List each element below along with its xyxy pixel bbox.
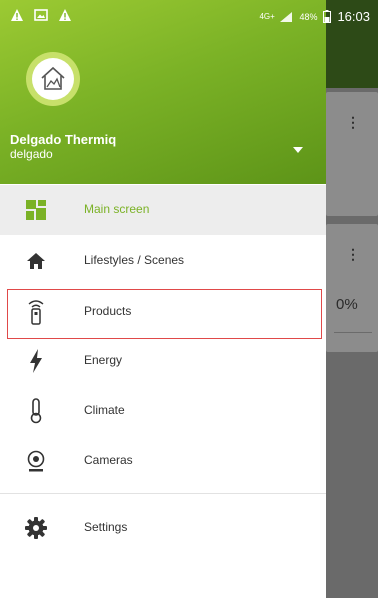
network-type: 4G+ <box>259 11 275 21</box>
divider <box>334 332 372 333</box>
clock: 16:03 <box>337 9 370 24</box>
more-options-icon[interactable]: ⋮ <box>346 246 360 263</box>
warning-icon <box>11 9 23 21</box>
battery-icon <box>323 10 332 23</box>
menu-item-label: Cameras <box>84 453 133 467</box>
card-value: 0% <box>336 296 358 313</box>
menu-item-label: Products <box>84 304 132 318</box>
menu-item-cameras[interactable]: Cameras <box>0 436 326 486</box>
divider <box>0 493 326 494</box>
background-card[interactable]: ⋮ 0% <box>326 224 378 352</box>
home-icon <box>24 249 48 273</box>
menu-item-label: Main screen <box>84 202 150 216</box>
account-name: Delgado Thermiq <box>10 132 117 147</box>
house-icon <box>41 66 65 90</box>
gear-icon <box>24 516 48 540</box>
background-card[interactable]: ⋮ <box>326 92 378 216</box>
menu-item-products[interactable]: Products <box>0 287 326 337</box>
more-options-icon[interactable]: ⋮ <box>346 114 360 131</box>
menu-item-label: Climate <box>84 403 125 417</box>
lightning-icon <box>24 349 48 373</box>
menu-item-energy[interactable]: Energy <box>0 336 326 386</box>
account-id: delgado <box>10 147 53 161</box>
thermometer-icon <box>24 398 48 424</box>
menu-item-main-screen[interactable]: Main screen <box>0 185 326 235</box>
status-bar: 4G+ 48% 16:03 <box>0 0 378 34</box>
image-icon <box>34 9 48 21</box>
chevron-down-icon <box>293 147 303 153</box>
account-dropdown-button[interactable] <box>291 143 305 157</box>
navigation-drawer: Delgado Thermiq delgado Main screen Life… <box>0 0 326 598</box>
remote-icon <box>24 300 48 325</box>
dashboard-icon <box>24 198 48 222</box>
warning-icon <box>59 9 71 21</box>
camera-icon <box>24 449 48 473</box>
menu-item-climate[interactable]: Climate <box>0 386 326 436</box>
avatar[interactable] <box>26 52 80 106</box>
signal-icon <box>280 11 293 22</box>
menu-item-label: Energy <box>84 353 123 367</box>
menu-item-label: Lifestyles / Scenes <box>84 253 185 267</box>
menu-item-settings[interactable]: Settings <box>0 503 326 553</box>
menu-item-label: Settings <box>84 520 128 534</box>
battery-percent: 48% <box>299 11 318 22</box>
menu-item-lifestyles-scenes[interactable]: Lifestyles / Scenes <box>0 236 326 286</box>
